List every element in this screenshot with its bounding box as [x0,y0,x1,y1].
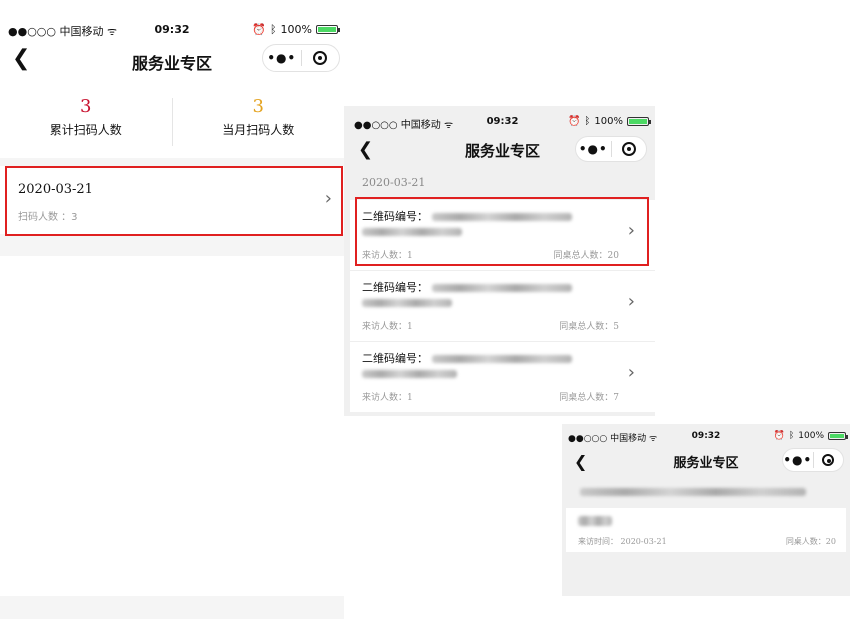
stat-total: 3 累计扫码人数 [0,96,172,146]
bluetooth-icon: ᛒ [584,116,591,127]
nav-bar: ❮ 服务业专区 •●• [350,134,655,166]
code-redacted-line2 [362,299,452,307]
visit-detail-card: 来访时间： 2020-03-21 同桌人数：20 [566,508,846,552]
code-redacted [431,355,572,363]
list-item[interactable]: 二维码编号： 来访人数：1 同桌总人数：5 › [350,271,655,342]
alarm-icon: ⏰ [252,23,266,36]
battery-icon [828,432,848,440]
more-icon[interactable]: •●• [783,453,813,467]
code-redacted [431,284,572,292]
section-date: 2020-03-21 [362,176,426,189]
visitors-count: 来访人数：1 [362,322,413,332]
mini-program-capsule: •●• [782,448,844,472]
status-bar: ●●○○○ 中国移动 ᯤ 09:32 ⏰ ᛒ 100% [566,428,848,446]
target-icon [822,454,835,466]
highlight-box [355,197,649,266]
mini-program-capsule: •●• [575,136,647,162]
alarm-icon: ⏰ [567,116,581,127]
stat-month-value: 3 [252,96,264,117]
battery-percent: 100% [594,116,623,127]
stat-month: 3 当月扫码人数 [173,96,345,146]
table-total: 同桌总人数：7 [559,393,619,403]
battery-icon [316,25,340,34]
highlight-box [5,166,343,236]
redacted-header [580,488,806,496]
chevron-right-icon: › [627,362,635,383]
visitors-count: 来访人数：1 [362,393,413,403]
stat-total-value: 3 [80,96,92,117]
screen-1: ●●○○○ 中国移动 ᯤ 09:32 ⏰ ᛒ 100% ❮ 服务业专区 •●• … [0,18,344,256]
battery-percent: 100% [798,431,824,441]
table-people: 同桌人数：20 [785,537,836,546]
nav-bar: ❮ 服务业专区 •●• [566,446,846,476]
list-item[interactable]: 二维码编号： 来访人数：1 同桌总人数：7 › [350,342,655,412]
close-miniprogram-button[interactable] [612,142,647,156]
more-icon[interactable]: •●• [576,142,611,156]
target-icon [313,51,328,65]
visit-time: 来访时间： 2020-03-21 [578,537,667,546]
bluetooth-icon: ᛒ [269,23,277,36]
close-miniprogram-button[interactable] [814,454,844,466]
chevron-right-icon: › [627,291,635,312]
close-miniprogram-button[interactable] [302,51,340,65]
more-icon[interactable]: •●• [263,51,301,65]
status-bar: ●●○○○ 中国移动 ᯤ 09:32 ⏰ ᛒ 100% [350,112,655,134]
screen-1-bottom [0,596,344,619]
stats-panel: 3 累计扫码人数 3 当月扫码人数 [0,96,344,146]
table-total: 同桌总人数：5 [559,322,619,332]
code-label: 二维码编号： [362,281,428,294]
stat-total-label: 累计扫码人数 [49,123,122,137]
code-label: 二维码编号： [362,352,428,365]
nav-bar: ❮ 服务业专区 •●• [0,42,344,78]
status-bar: ●●○○○ 中国移动 ᯤ 09:32 ⏰ ᛒ 100% [0,18,344,42]
mini-program-capsule: •●• [262,44,340,72]
battery-percent: 100% [280,23,312,36]
code-redacted-line2 [362,370,457,378]
battery-icon [627,117,651,126]
redacted-name [578,516,612,526]
screen-3: ●●○○○ 中国移动 ᯤ 09:32 ⏰ ᛒ 100% ❮ 服务业专区 •●• … [562,424,850,596]
stat-month-label: 当月扫码人数 [222,123,295,137]
screen-2: ●●○○○ 中国移动 ᯤ 09:32 ⏰ ᛒ 100% ❮ 服务业专区 •●• [344,106,655,416]
bluetooth-icon: ᛒ [788,431,795,441]
target-icon [621,142,636,156]
alarm-icon: ⏰ [773,431,785,441]
